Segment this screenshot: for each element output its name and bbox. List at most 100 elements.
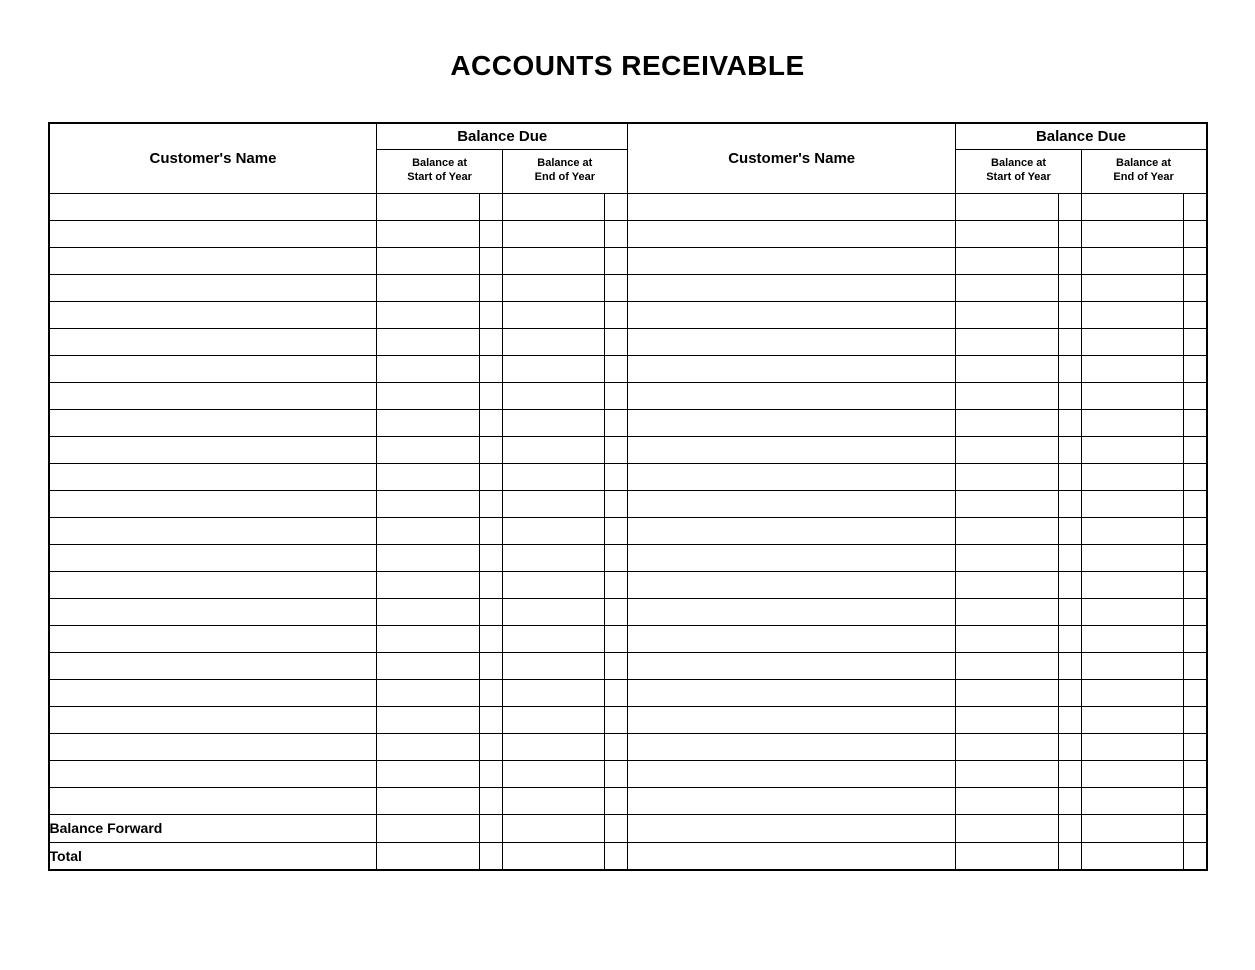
cell xyxy=(502,355,605,382)
cell xyxy=(627,382,955,409)
cell xyxy=(1081,463,1184,490)
cell xyxy=(480,760,503,787)
cell xyxy=(377,301,480,328)
cell xyxy=(502,733,605,760)
cell xyxy=(956,220,1059,247)
cell xyxy=(605,247,628,274)
table-row xyxy=(49,787,1207,814)
cell xyxy=(627,301,955,328)
cell xyxy=(1059,220,1082,247)
header-balance-end-left: Balance atEnd of Year xyxy=(502,149,627,193)
cell xyxy=(956,625,1059,652)
total-row: Total xyxy=(49,842,1207,870)
cell xyxy=(1081,517,1184,544)
cell xyxy=(377,355,480,382)
cell xyxy=(480,787,503,814)
cell xyxy=(1059,842,1082,870)
cell xyxy=(1184,571,1207,598)
cell xyxy=(480,409,503,436)
cell xyxy=(377,598,480,625)
cell xyxy=(1184,247,1207,274)
cell xyxy=(1059,409,1082,436)
cell xyxy=(605,328,628,355)
cell xyxy=(480,625,503,652)
cell xyxy=(1059,247,1082,274)
cell xyxy=(480,220,503,247)
cell xyxy=(480,274,503,301)
cell xyxy=(956,733,1059,760)
cell xyxy=(1081,301,1184,328)
cell xyxy=(605,787,628,814)
cell xyxy=(605,301,628,328)
cell xyxy=(1059,679,1082,706)
cell xyxy=(956,328,1059,355)
cell xyxy=(377,842,480,870)
cell xyxy=(605,814,628,842)
cell xyxy=(627,247,955,274)
cell xyxy=(502,814,605,842)
cell xyxy=(627,490,955,517)
header-customer-name-right: Customer's Name xyxy=(627,123,955,193)
cell xyxy=(377,382,480,409)
cell xyxy=(1184,625,1207,652)
cell xyxy=(627,706,955,733)
table-row xyxy=(49,220,1207,247)
table-row xyxy=(49,598,1207,625)
cell xyxy=(480,733,503,760)
cell xyxy=(956,274,1059,301)
cell xyxy=(377,760,480,787)
cell xyxy=(956,490,1059,517)
cell xyxy=(502,760,605,787)
cell xyxy=(1184,490,1207,517)
cell xyxy=(1059,436,1082,463)
cell xyxy=(1081,814,1184,842)
cell xyxy=(377,409,480,436)
cell xyxy=(502,274,605,301)
cell xyxy=(605,733,628,760)
cell xyxy=(49,625,377,652)
table-row xyxy=(49,706,1207,733)
cell xyxy=(1081,571,1184,598)
cell xyxy=(1059,463,1082,490)
cell xyxy=(502,382,605,409)
cell xyxy=(1081,409,1184,436)
cell xyxy=(627,409,955,436)
header-balance-due-left: Balance Due xyxy=(377,123,627,149)
cell xyxy=(1184,328,1207,355)
cell xyxy=(605,274,628,301)
header-balance-start-right: Balance atStart of Year xyxy=(956,149,1081,193)
cell xyxy=(1081,382,1184,409)
cell xyxy=(605,842,628,870)
cell xyxy=(1059,733,1082,760)
cell xyxy=(1059,760,1082,787)
cell xyxy=(377,814,480,842)
cell xyxy=(49,652,377,679)
cell xyxy=(1059,706,1082,733)
cell xyxy=(627,220,955,247)
cell xyxy=(1059,544,1082,571)
cell xyxy=(627,274,955,301)
cell xyxy=(627,842,955,870)
cell xyxy=(1081,787,1184,814)
cell xyxy=(49,679,377,706)
cell xyxy=(502,220,605,247)
cell xyxy=(1081,544,1184,571)
cell xyxy=(627,625,955,652)
cell xyxy=(480,571,503,598)
cell xyxy=(956,463,1059,490)
cell xyxy=(605,193,628,220)
cell xyxy=(956,355,1059,382)
cell xyxy=(956,706,1059,733)
cell xyxy=(1059,571,1082,598)
cell xyxy=(605,679,628,706)
table-row xyxy=(49,463,1207,490)
table-row xyxy=(49,625,1207,652)
cell xyxy=(49,328,377,355)
cell xyxy=(502,247,605,274)
cell xyxy=(1184,193,1207,220)
cell xyxy=(502,517,605,544)
cell xyxy=(377,436,480,463)
cell xyxy=(1081,220,1184,247)
table-row xyxy=(49,355,1207,382)
cell xyxy=(627,517,955,544)
